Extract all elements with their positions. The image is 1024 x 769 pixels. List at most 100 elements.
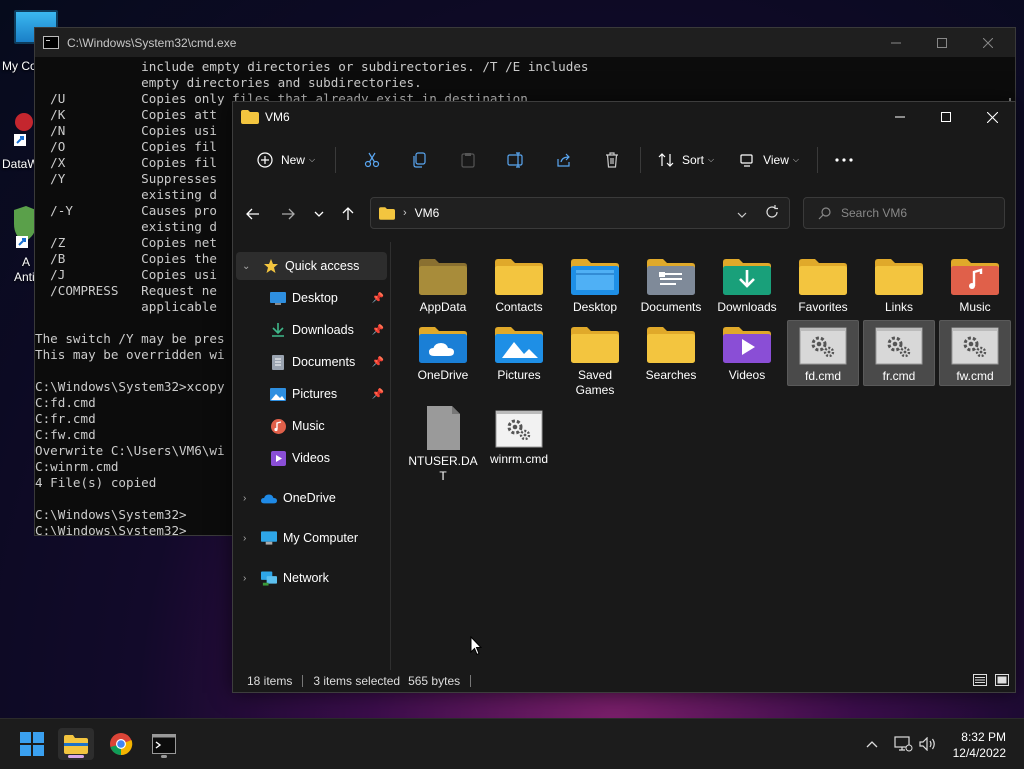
folder-icon [418, 326, 468, 364]
file-item-desktop[interactable]: Desktop [559, 252, 631, 318]
file-item-label: fw.cmd [956, 369, 994, 383]
desktop-icon-antivirus[interactable] [12, 206, 36, 250]
file-item-downloads[interactable]: Downloads [711, 252, 783, 318]
volume-button[interactable] [919, 719, 937, 769]
cut-button[interactable] [352, 144, 392, 176]
view-button[interactable]: View ⌵ [729, 144, 809, 176]
nav-my-computer[interactable]: › My Computer [233, 524, 390, 552]
nav-videos[interactable]: Videos [233, 444, 390, 472]
cmd-maximize-button[interactable] [919, 28, 965, 57]
file-item-fr-cmd[interactable]: fr.cmd [863, 320, 935, 386]
back-button[interactable] [239, 196, 267, 232]
nav-label: Desktop [292, 291, 338, 305]
file-item-contacts[interactable]: Contacts [483, 252, 555, 318]
chevron-down-icon: ⌵ [792, 155, 799, 164]
clock-time: 8:32 PM [961, 730, 1006, 744]
more-options-button[interactable] [826, 144, 862, 176]
search-box[interactable]: Search VM6 [803, 197, 1005, 229]
file-item-label: AppData [419, 300, 467, 314]
minimize-icon [891, 42, 901, 43]
clipboard-icon [461, 153, 475, 168]
file-list[interactable]: AppData Contacts Desktop Documents Downloads… [391, 242, 1015, 670]
address-bar[interactable]: › VM6 [370, 197, 790, 229]
up-button[interactable] [334, 196, 362, 232]
file-item-label: fr.cmd [882, 369, 916, 383]
file-item-appdata[interactable]: AppData [407, 252, 479, 318]
navigation-pane: ⌄ Quick access Desktop 📌 Downloads 📌 Doc… [233, 242, 391, 670]
start-button[interactable] [14, 728, 50, 760]
large-icons-view-button[interactable] [995, 674, 1009, 689]
clock[interactable]: 8:32 PM 12/4/2022 [953, 729, 1006, 761]
copy-button[interactable] [400, 144, 440, 176]
nav-network[interactable]: › Network [233, 564, 390, 592]
nav-pictures[interactable]: Pictures 📌 [233, 380, 390, 408]
network-status-icon [894, 736, 913, 752]
file-item-onedrive[interactable]: OneDrive [407, 320, 479, 386]
taskbar-command-prompt[interactable] [146, 728, 182, 760]
cmd-title: C:\Windows\System32\cmd.exe [67, 35, 237, 50]
pin-icon: 📌 [371, 356, 384, 368]
desktop-icon [270, 291, 286, 305]
cmd-minimize-button[interactable] [873, 28, 919, 57]
rename-button[interactable] [496, 144, 536, 176]
nav-music[interactable]: Music [233, 412, 390, 440]
desktop-icon-datawiper[interactable] [10, 108, 36, 148]
active-indicator [68, 755, 84, 758]
folder-icon [379, 206, 395, 220]
file-item-ntuser-dat[interactable]: NTUSER.DAT [407, 404, 479, 484]
chevron-down-icon: ⌵ [707, 155, 715, 164]
nav-onedrive[interactable]: › OneDrive [233, 484, 390, 512]
explorer-window[interactable]: VM6 New ⌵ Sort ⌵ View ⌵ › VM6 Search VM6… [232, 101, 1016, 693]
file-item-videos[interactable]: Videos [711, 320, 783, 386]
sort-label: Sort [681, 153, 704, 167]
breadcrumb-vm6[interactable]: VM6 [415, 206, 440, 220]
minimize-button[interactable] [877, 102, 923, 132]
file-item-documents[interactable]: Documents [635, 252, 707, 318]
file-item-music[interactable]: Music [939, 252, 1011, 318]
nav-documents[interactable]: Documents 📌 [233, 348, 390, 376]
nav-downloads[interactable]: Downloads 📌 [233, 316, 390, 344]
selection-count: 3 items selected [313, 674, 401, 688]
taskbar-file-explorer[interactable] [58, 728, 94, 760]
folder-icon [722, 258, 772, 296]
nav-label: Network [283, 571, 329, 585]
new-button[interactable]: New ⌵ [245, 144, 327, 176]
desktop-icon-label: Anti [14, 270, 35, 284]
taskbar-chrome[interactable] [103, 728, 139, 760]
close-button[interactable] [969, 102, 1015, 132]
cmd-close-button[interactable] [965, 28, 1011, 57]
maximize-button[interactable] [923, 102, 969, 132]
details-view-button[interactable] [973, 674, 987, 689]
sort-button[interactable]: Sort ⌵ [649, 144, 723, 176]
tiles-view-icon [995, 674, 1009, 686]
file-item-links[interactable]: Links [863, 252, 935, 318]
file-item-label: Videos [728, 368, 766, 382]
file-item-favorites[interactable]: Favorites [787, 252, 859, 318]
arrow-up-icon [342, 207, 354, 220]
file-item-fw-cmd[interactable]: fw.cmd [939, 320, 1011, 386]
show-hidden-icons-button[interactable] [866, 719, 878, 769]
chevron-down-icon [314, 211, 324, 217]
nav-quick-access[interactable]: ⌄ Quick access [236, 252, 387, 280]
pictures-icon [270, 387, 286, 401]
delete-button[interactable] [592, 144, 632, 176]
forward-button[interactable] [274, 196, 302, 232]
file-item-fd-cmd[interactable]: fd.cmd [787, 320, 859, 386]
cmd-titlebar[interactable]: C:\Windows\System32\cmd.exe [35, 28, 1015, 57]
file-item-saved-games[interactable]: Saved Games [559, 320, 631, 400]
network-status-button[interactable] [893, 719, 913, 769]
share-button[interactable] [544, 144, 584, 176]
file-item-pictures[interactable]: Pictures [483, 320, 555, 386]
copy-icon [413, 152, 426, 168]
shield-icon [14, 206, 36, 248]
refresh-button[interactable] [765, 205, 779, 222]
item-count: 18 items [247, 674, 293, 688]
file-item-winrm-cmd[interactable]: winrm.cmd [483, 404, 555, 470]
app-icon [14, 113, 33, 146]
address-dropdown-button[interactable] [737, 207, 747, 221]
paste-button[interactable] [448, 144, 488, 176]
recent-locations-button[interactable] [305, 196, 333, 232]
nav-desktop[interactable]: Desktop 📌 [233, 284, 390, 312]
file-item-searches[interactable]: Searches [635, 320, 707, 386]
terminal-icon [152, 734, 176, 754]
